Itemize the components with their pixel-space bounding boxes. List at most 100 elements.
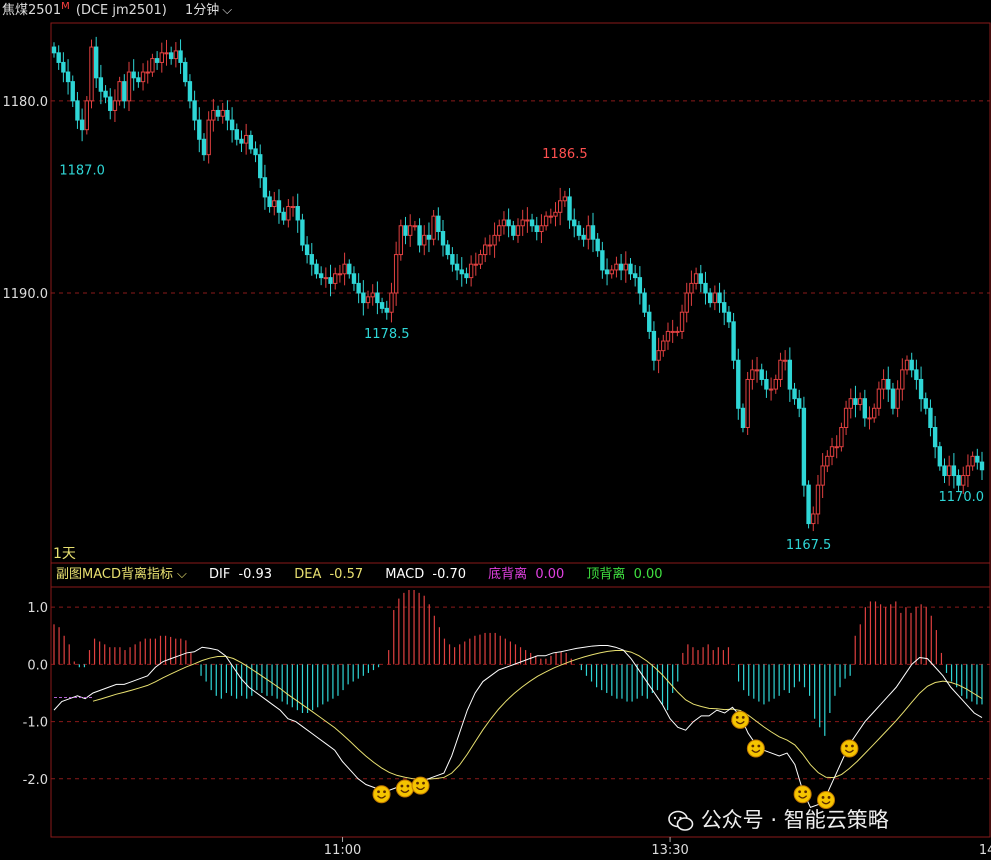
candle-down [590, 225, 596, 240]
candle-up [553, 211, 558, 217]
candle-down [698, 273, 703, 284]
main-panel-frame [50, 22, 991, 564]
sub-panel-frame [50, 562, 991, 838]
candle-up [370, 292, 375, 298]
smiley-face [395, 779, 414, 798]
candle-up [483, 244, 488, 256]
candle-down [637, 277, 643, 294]
candle-down [70, 81, 75, 102]
candle-up [112, 100, 118, 111]
candle-down [131, 71, 136, 79]
candle-down [759, 369, 764, 380]
candle-up [782, 359, 788, 362]
dif-line [53, 644, 983, 809]
candle-down [379, 302, 385, 309]
smiley-face [840, 739, 859, 758]
candle-up [220, 109, 225, 117]
candle-up [623, 263, 628, 271]
candle-up [656, 350, 661, 361]
candle-up [337, 273, 343, 276]
candle-up [712, 292, 718, 304]
candle-down [225, 109, 230, 121]
smiley-icon [793, 785, 812, 804]
candle-up [947, 465, 952, 477]
candle-down [440, 231, 446, 246]
watermark: 公众号 · 智能云策略 [668, 804, 889, 834]
candle-up [492, 234, 497, 246]
candle-down [356, 282, 361, 294]
divergence-markers [372, 710, 859, 809]
candle-up [117, 81, 122, 102]
dif-legend: DIF -0.93 [209, 567, 276, 582]
macd-legend-value: -0.70 [432, 567, 467, 582]
macd-legend: MACD -0.70 [385, 567, 470, 582]
candle-up [754, 369, 760, 372]
candle-down [628, 263, 633, 275]
candle-up [478, 254, 483, 265]
indicator-selector[interactable]: 副图MACD背离指标 ⌵ [56, 567, 191, 582]
candle-up [684, 292, 689, 313]
bottom-divergence-legend: 底背离 0.00 [488, 567, 568, 582]
candle-up [689, 282, 694, 294]
candle-up [515, 225, 521, 236]
candle-down [450, 254, 455, 265]
candle-up [173, 50, 179, 60]
candle-down [722, 302, 727, 313]
candle-up [150, 58, 155, 73]
candle-up [745, 378, 750, 429]
candle-up [773, 378, 778, 390]
candle-up [393, 254, 399, 294]
candle-down [168, 52, 174, 60]
smiley-eye [757, 744, 761, 748]
candle-up [431, 215, 436, 240]
candle-up [876, 388, 882, 409]
candle-up [778, 359, 783, 380]
candle-up [675, 330, 680, 333]
candle-down [103, 90, 108, 98]
main-y-axis: 1190.0 1180.0 [3, 95, 49, 302]
candle-down [178, 50, 183, 63]
candle-down [764, 378, 769, 390]
candle-up [872, 407, 877, 419]
candle-up [895, 388, 900, 409]
candle-down [436, 215, 441, 233]
candle-up [389, 292, 394, 313]
candle-up [825, 455, 830, 467]
smiley-face [731, 710, 750, 729]
candle-down [65, 71, 71, 83]
candle-down [576, 225, 582, 236]
candle-down [248, 134, 254, 150]
main-y-tick-label: 1190.0 [3, 287, 49, 302]
candle-up [881, 378, 886, 390]
candle-down [276, 200, 282, 213]
candle-down [736, 359, 741, 409]
price-callout: 1187.0 [59, 164, 105, 179]
symbol-name[interactable]: 焦煤2501 [2, 0, 61, 22]
candle-up [145, 71, 150, 74]
smiley-eye [751, 744, 755, 748]
candle-up [820, 465, 825, 486]
x-tick-label: 14:00 [979, 843, 991, 858]
candle-down [918, 378, 924, 400]
candle-down [417, 225, 422, 246]
candle-down [295, 206, 300, 221]
smiley-icon [840, 739, 859, 758]
candle-down [154, 58, 160, 63]
smiley-icon [731, 710, 750, 729]
smiley-eye [383, 790, 386, 794]
candle-up [867, 417, 872, 420]
candle-up [839, 427, 844, 448]
period-selector[interactable]: 1分钟 ⌵ [185, 0, 232, 22]
main-y-tick-label: 1180.0 [3, 95, 49, 110]
smiley-eye [416, 781, 419, 785]
candle-down [464, 273, 469, 279]
sub-y-tick-label: 0.0 [27, 658, 48, 673]
main-grid [51, 100, 990, 294]
candle-up [468, 263, 474, 279]
smiley-face [372, 785, 391, 804]
candle-up [900, 369, 905, 390]
candle-down [314, 263, 319, 275]
price-callouts: 1187.0 1178.5 1186.5 1167.5 1170.0 [59, 147, 984, 553]
bottom-divergence-value: 0.00 [535, 567, 565, 582]
candle-up [211, 109, 216, 121]
